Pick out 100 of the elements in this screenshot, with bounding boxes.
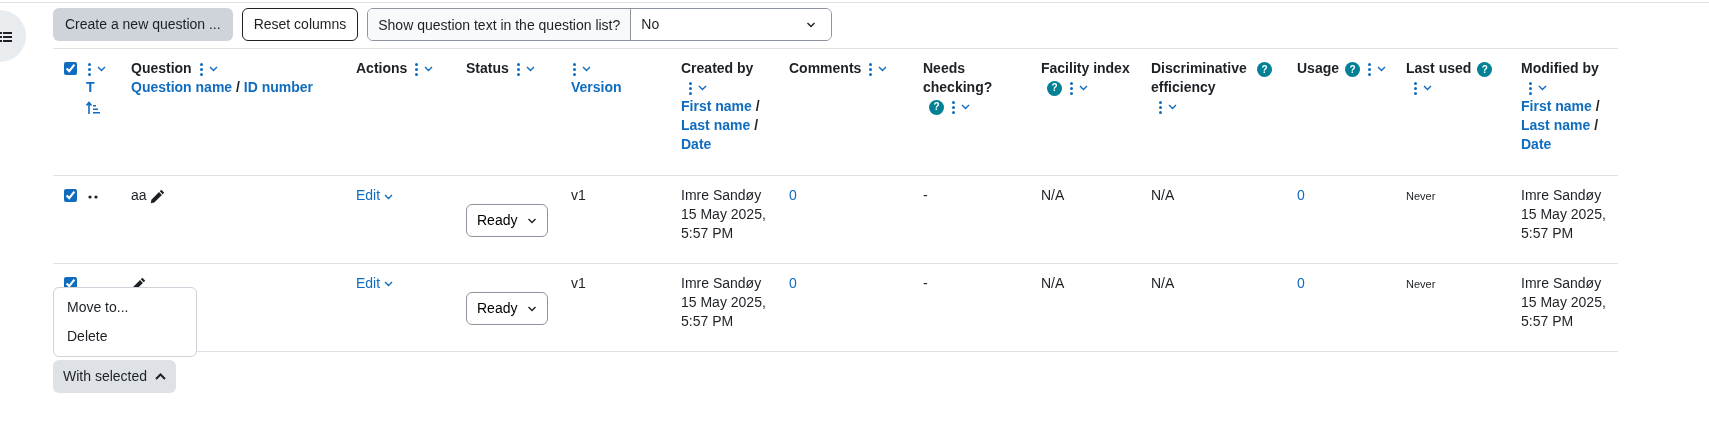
efficiency-text: N/A <box>1151 275 1175 292</box>
kebab-icon <box>415 62 419 76</box>
date-text: 15 May 2025, 5:57 PM <box>681 293 767 331</box>
column-menu-button[interactable] <box>197 62 220 76</box>
list-icon <box>0 30 12 42</box>
column-menu-button[interactable] <box>571 62 593 76</box>
kebab-icon <box>199 62 203 76</box>
modifier-name: Imre Sandøy <box>1521 186 1603 206</box>
create-question-button[interactable]: Create a new question ... <box>53 8 233 41</box>
kebab-icon <box>1368 62 1372 76</box>
creator-name: Imre Sandøy <box>681 186 763 206</box>
column-title: Usage <box>1297 59 1340 78</box>
sort-link[interactable]: Last name <box>681 116 751 133</box>
column-menu-button[interactable] <box>514 62 537 76</box>
column-menu-button[interactable] <box>86 62 108 76</box>
kebab-icon <box>1070 81 1073 95</box>
help-icon[interactable]: ? <box>929 99 944 115</box>
pencil-icon <box>150 189 166 205</box>
column-menu-button[interactable] <box>1157 100 1179 114</box>
chevron-down-icon <box>878 66 888 73</box>
usage-link[interactable]: 0 <box>1297 275 1305 292</box>
help-icon[interactable]: ? <box>1477 61 1493 77</box>
sort-link[interactable]: Last name <box>1521 116 1591 133</box>
row-checkbox[interactable] <box>64 189 77 203</box>
column-title: Comments <box>789 59 862 78</box>
column-menu-button[interactable] <box>950 100 972 114</box>
help-icon[interactable]: ? <box>1047 80 1062 96</box>
separator: / <box>754 116 759 133</box>
date-text: 15 May 2025, 5:57 PM <box>1521 293 1607 331</box>
modifier-name: Imre Sandøy <box>1521 274 1603 293</box>
column-menu-button[interactable] <box>1068 81 1090 95</box>
menu-item[interactable]: Move to... <box>54 292 196 322</box>
chevron-down-icon <box>527 217 538 224</box>
column-title: Modified by <box>1521 59 1599 78</box>
reset-columns-button[interactable]: Reset columns <box>241 8 359 41</box>
column-title: Facility index <box>1041 59 1130 78</box>
separator: / <box>236 78 240 95</box>
kebab-icon <box>1414 81 1417 95</box>
chevron-down-icon <box>527 305 538 312</box>
column-title: Needs checking? <box>923 59 994 97</box>
chevron-down-icon <box>582 66 591 73</box>
chevron-up-icon <box>155 372 167 380</box>
help-icon[interactable]: ? <box>1257 61 1272 77</box>
kebab-icon <box>573 62 576 76</box>
date-text: 15 May 2025, 5:57 PM <box>1521 205 1607 244</box>
version-text: v1 <box>571 187 586 204</box>
sort-link[interactable]: ID number <box>243 78 314 95</box>
sort-link[interactable]: Version <box>571 78 622 95</box>
separator: / <box>1595 97 1600 114</box>
chevron-down-icon <box>1538 85 1547 92</box>
chevron-down-icon <box>97 66 106 73</box>
kebab-icon <box>869 62 873 76</box>
sort-ascending-icon <box>86 100 100 114</box>
menu-item[interactable]: Delete <box>54 321 196 351</box>
usage-link[interactable]: 0 <box>1297 187 1305 204</box>
date-text: 15 May 2025, 5:57 PM <box>681 205 767 244</box>
facility-index-text: N/A <box>1041 275 1065 292</box>
edit-menu-link[interactable]: Edit <box>356 187 393 204</box>
with-selected-button[interactable]: With selected <box>53 359 177 393</box>
sort-link[interactable]: Date <box>1521 135 1552 152</box>
column-menu-button[interactable] <box>1412 81 1434 95</box>
kebab-icon <box>1529 81 1532 95</box>
sort-link[interactable]: First name <box>681 97 752 114</box>
select-all-checkbox[interactable] <box>64 62 77 75</box>
status-dropdown[interactable]: Ready <box>466 204 549 238</box>
sort-link[interactable]: First name <box>1521 97 1592 114</box>
kebab-icon <box>88 62 91 76</box>
status-dropdown[interactable]: Ready <box>466 292 549 325</box>
comments-link[interactable]: 0 <box>789 275 797 292</box>
last-used-text: Never <box>1406 278 1436 291</box>
edit-menu-link[interactable]: Edit <box>356 275 393 292</box>
sort-link[interactable]: Question name <box>131 78 233 95</box>
chevron-down-icon <box>961 104 970 111</box>
version-text: v1 <box>571 275 586 292</box>
creator-name: Imre Sandøy <box>681 274 763 293</box>
kebab-icon <box>689 81 692 95</box>
efficiency-text: N/A <box>1151 187 1175 204</box>
kebab-icon <box>516 62 520 76</box>
chevron-down-icon <box>1079 85 1088 92</box>
needs-checking-text: - <box>923 275 928 292</box>
column-menu-button[interactable] <box>687 81 709 95</box>
chevron-down-icon <box>1377 66 1387 73</box>
column-title: Created by <box>681 59 754 78</box>
chevron-down-icon <box>208 66 218 73</box>
needs-checking-text: - <box>923 187 928 204</box>
column-title: Last used <box>1406 59 1472 78</box>
sort-link[interactable]: Date <box>681 135 712 152</box>
kebab-icon <box>1159 100 1162 114</box>
help-icon[interactable]: ? <box>1345 61 1361 77</box>
question-name: aa <box>131 187 147 204</box>
chevron-down-icon <box>384 281 393 288</box>
column-title: Discriminative efficiency <box>1151 59 1248 97</box>
column-title: Actions <box>356 59 408 78</box>
chevron-down-icon <box>1423 85 1432 92</box>
column-title: Status <box>466 59 509 78</box>
separator: / <box>755 97 760 114</box>
sort-link[interactable]: T <box>86 78 95 95</box>
column-menu-button[interactable] <box>1527 81 1549 95</box>
comments-link[interactable]: 0 <box>789 187 797 204</box>
chevron-down-icon <box>525 66 535 73</box>
